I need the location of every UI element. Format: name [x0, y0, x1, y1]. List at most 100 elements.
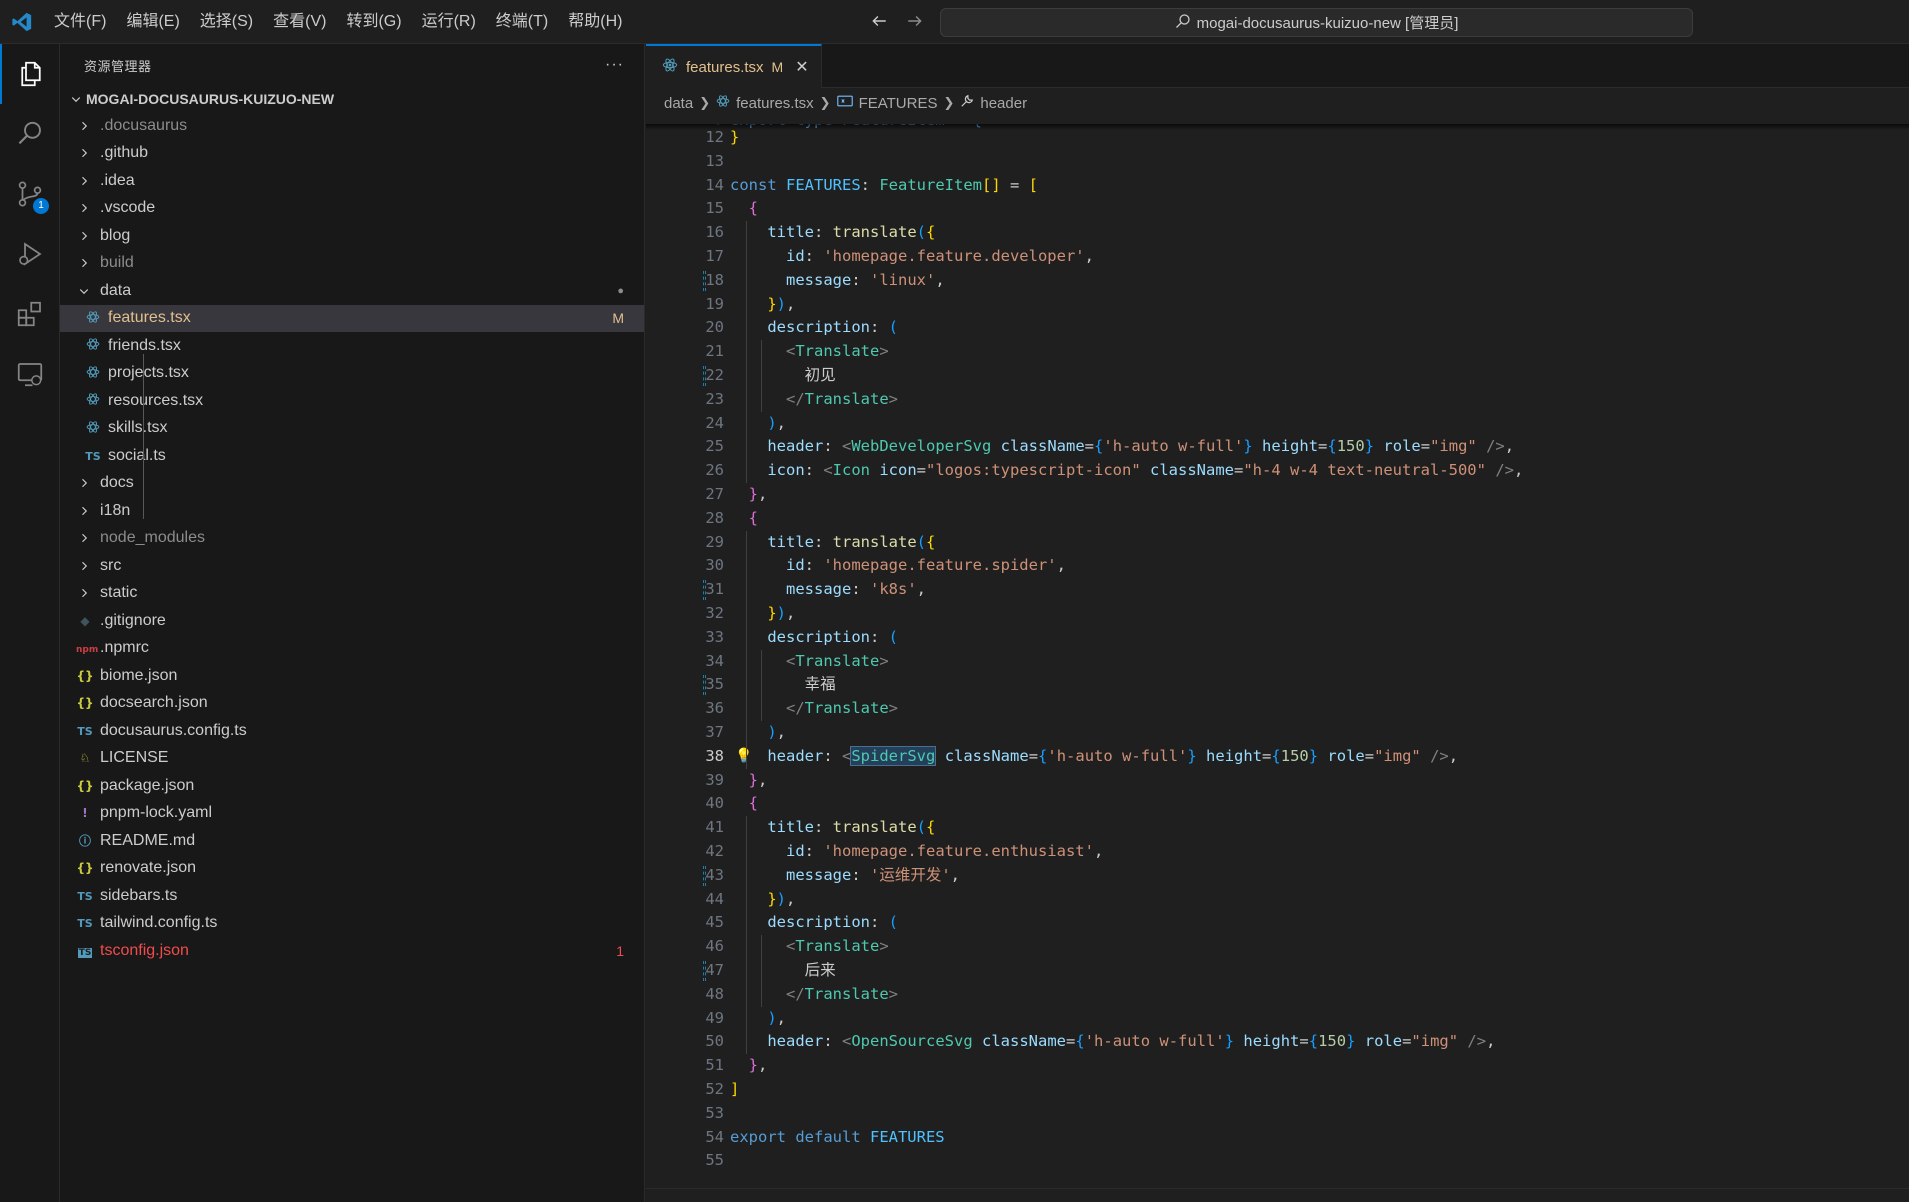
- folder-item[interactable]: i18n: [60, 497, 644, 525]
- file-item[interactable]: TS sidebars.ts: [60, 882, 644, 910]
- file-item[interactable]: npm .npmrc: [60, 635, 644, 663]
- file-item[interactable]: ♘ LICENSE: [60, 745, 644, 773]
- tsconfig-file-icon: TS: [77, 947, 93, 958]
- gutter-modified-marker[interactable]: [703, 580, 706, 601]
- file-item[interactable]: TS docusaurus.config.ts: [60, 717, 644, 745]
- tree-item-label: social.ts: [108, 446, 166, 464]
- folder-item[interactable]: .docusaurus: [60, 112, 644, 140]
- code-token: ,: [916, 580, 927, 599]
- menu-item[interactable]: 帮助(H): [558, 7, 632, 37]
- folder-item[interactable]: build: [60, 250, 644, 278]
- file-item[interactable]: features.tsx M: [60, 304, 644, 332]
- folder-item[interactable]: blog: [60, 222, 644, 250]
- sidebar-title: 资源管理器: [84, 58, 152, 74]
- back-arrow-icon[interactable]: [868, 8, 890, 34]
- code-editor[interactable]: 7export type FeatureItem = {12}1314const…: [646, 124, 1909, 1202]
- folder-item[interactable]: node_modules: [60, 525, 644, 553]
- chevron-right-icon: [76, 558, 92, 574]
- line-number: 26: [705, 461, 724, 480]
- folder-item[interactable]: .vscode: [60, 195, 644, 223]
- file-item[interactable]: skills.tsx: [60, 415, 644, 443]
- search-icon[interactable]: [0, 104, 60, 164]
- code-text: </Translate>: [730, 983, 898, 1007]
- run-debug-icon[interactable]: [0, 224, 60, 284]
- code-line: 31 message: 'k8s',: [646, 578, 1909, 602]
- folder-item[interactable]: src: [60, 552, 644, 580]
- code-token: =: [1420, 437, 1431, 456]
- remote-explorer-icon[interactable]: [0, 344, 60, 404]
- code-token: 'linux': [870, 270, 936, 289]
- file-item[interactable]: resources.tsx: [60, 387, 644, 415]
- command-center-search[interactable]: mogai-docusaurus-kuizuo-new [管理员]: [940, 8, 1693, 37]
- gutter-modified-marker[interactable]: [703, 366, 706, 386]
- file-item[interactable]: {} renovate.json: [60, 855, 644, 883]
- code-token: >: [879, 342, 889, 361]
- file-item[interactable]: ⓘ README.md: [60, 827, 644, 855]
- gutter-modified-marker[interactable]: [703, 675, 706, 696]
- workspace-root[interactable]: MOGAI-DOCUSAURUS-KUIZUO-NEW: [60, 86, 644, 112]
- menu-item[interactable]: 运行(R): [412, 7, 486, 37]
- breadcrumb-folder[interactable]: data: [664, 95, 693, 112]
- code-text: }),: [730, 293, 795, 317]
- file-item[interactable]: ! pnpm-lock.yaml: [60, 800, 644, 828]
- file-item[interactable]: TS tailwind.config.ts: [60, 910, 644, 938]
- gutter-modified-marker[interactable]: [703, 865, 706, 886]
- forward-arrow-icon[interactable]: [904, 8, 926, 34]
- file-item[interactable]: TS tsconfig.json 1: [60, 937, 644, 965]
- breadcrumb-file[interactable]: features.tsx: [736, 95, 814, 112]
- code-token: {: [748, 199, 759, 218]
- code-token: SpiderSvg: [850, 745, 937, 766]
- gutter-modified-marker[interactable]: [703, 270, 706, 291]
- menu-item[interactable]: 选择(S): [190, 7, 263, 37]
- code-token: (: [888, 318, 898, 337]
- menu-item[interactable]: 查看(V): [263, 7, 336, 37]
- breadcrumb-symbol[interactable]: FEATURES: [859, 95, 938, 112]
- folder-item[interactable]: static: [60, 580, 644, 608]
- code-token: ,: [1504, 437, 1515, 456]
- close-icon[interactable]: ✕: [795, 57, 808, 77]
- breadcrumb-property[interactable]: header: [980, 95, 1027, 112]
- folder-item[interactable]: data ●: [60, 277, 644, 305]
- menu-item[interactable]: 终端(T): [486, 7, 558, 37]
- extensions-icon[interactable]: [0, 284, 60, 344]
- code-token: :: [869, 318, 889, 337]
- file-item[interactable]: friends.tsx: [60, 332, 644, 360]
- horizontal-scrollbar[interactable]: [646, 1188, 1909, 1202]
- menu-item[interactable]: 编辑(E): [116, 7, 189, 37]
- tab-features-tsx[interactable]: features.tsx M ✕: [646, 44, 822, 88]
- git-file-icon: ◆: [80, 613, 90, 628]
- file-item[interactable]: projects.tsx: [60, 360, 644, 388]
- explorer-sidebar: 资源管理器 ··· MOGAI-DOCUSAURUS-KUIZUO-NEW .d…: [60, 44, 645, 1202]
- code-token: icon: [879, 461, 917, 480]
- tree-item-label: i18n: [100, 501, 131, 519]
- react-file-icon: [716, 94, 730, 112]
- activity-bar: 1: [0, 44, 60, 1202]
- menu-item[interactable]: 转到(G): [336, 7, 411, 37]
- source-control-icon[interactable]: 1: [0, 164, 60, 224]
- folder-item[interactable]: .idea: [60, 167, 644, 195]
- code-token: ,: [786, 889, 796, 908]
- menu-item[interactable]: 文件(F): [44, 7, 116, 37]
- gutter-modified-marker[interactable]: [703, 961, 706, 981]
- chevron-right-icon: [76, 585, 92, 601]
- yaml-file-icon: !: [82, 806, 88, 821]
- explorer-icon[interactable]: [0, 44, 60, 104]
- code-token: role: [1327, 746, 1365, 765]
- file-item[interactable]: ◆ .gitignore: [60, 607, 644, 635]
- chevron-right-icon: [76, 118, 92, 134]
- more-actions-icon[interactable]: ···: [605, 56, 624, 74]
- file-item[interactable]: {} package.json: [60, 772, 644, 800]
- folder-item[interactable]: docs: [60, 470, 644, 498]
- file-item[interactable]: {} biome.json: [60, 662, 644, 690]
- line-number: 50: [705, 1032, 724, 1051]
- file-item[interactable]: {} docsearch.json: [60, 690, 644, 718]
- json-file-icon: {}: [76, 696, 94, 711]
- line-number: 51: [705, 1056, 724, 1075]
- folder-item[interactable]: .github: [60, 140, 644, 168]
- file-item[interactable]: TS social.ts: [60, 442, 644, 470]
